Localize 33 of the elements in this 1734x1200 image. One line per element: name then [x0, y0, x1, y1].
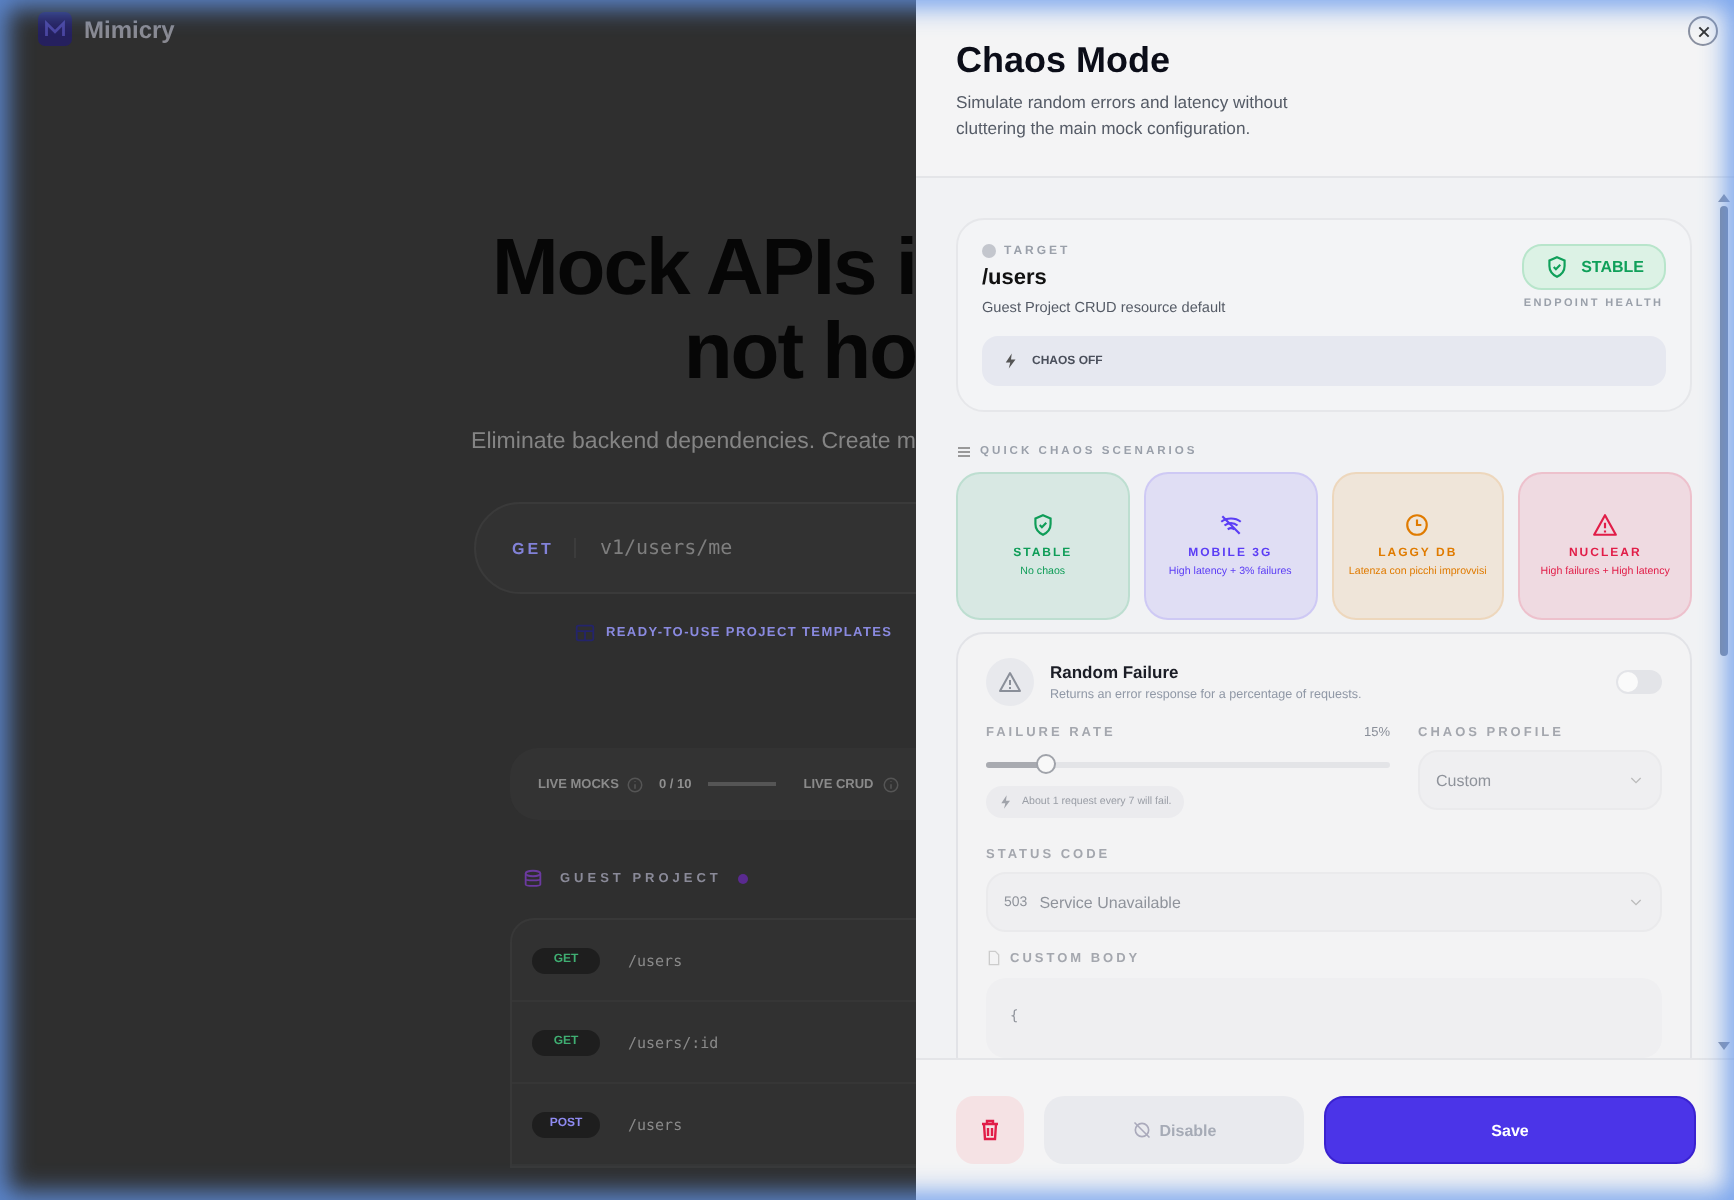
- warning-triangle-icon: [1592, 512, 1619, 538]
- url-input[interactable]: v1/users/me: [595, 535, 844, 561]
- template-icon: [574, 622, 596, 644]
- shield-check-icon: [1029, 512, 1056, 538]
- chevron-down-icon: [1628, 894, 1644, 910]
- info-icon: [881, 775, 900, 793]
- drawer-description: Simulate random errors and latency without cluttering the main mock configuration.: [956, 90, 1290, 140]
- drawer-title: Chaos Mode: [956, 40, 1173, 82]
- save-button[interactable]: Save: [1324, 1096, 1696, 1164]
- subtitle: Eliminate backend dependencies. Create m: [471, 430, 916, 454]
- status-dot: [737, 874, 748, 884]
- method-label: GET: [512, 539, 554, 557]
- slider-thumb[interactable]: [1036, 754, 1057, 774]
- crossed-wifi-icon: [1217, 512, 1244, 538]
- endpoint-path: /users: [982, 266, 1049, 290]
- database-icon: [522, 868, 544, 890]
- bolt-icon: [998, 794, 1014, 810]
- target-dot-icon: [982, 244, 996, 258]
- shield-check-icon: [1543, 254, 1570, 280]
- info-icon: [626, 775, 645, 793]
- trash-icon: [978, 1118, 1002, 1142]
- chevron-down-icon: [1628, 772, 1644, 788]
- warning-triangle-icon: [998, 670, 1022, 694]
- file-icon: [986, 950, 1002, 966]
- list-icon: [956, 444, 972, 460]
- health-badge: STABLE: [1521, 244, 1666, 290]
- clock-icon: [1404, 512, 1431, 538]
- app-logo: Mimicry: [84, 15, 175, 43]
- bolt-icon: [1002, 352, 1020, 370]
- disable-button[interactable]: Disable: [1044, 1096, 1304, 1164]
- card-title: Random Failure: [1050, 662, 1181, 682]
- profile-select[interactable]: Custom: [1418, 750, 1662, 810]
- delete-button[interactable]: [956, 1096, 1024, 1164]
